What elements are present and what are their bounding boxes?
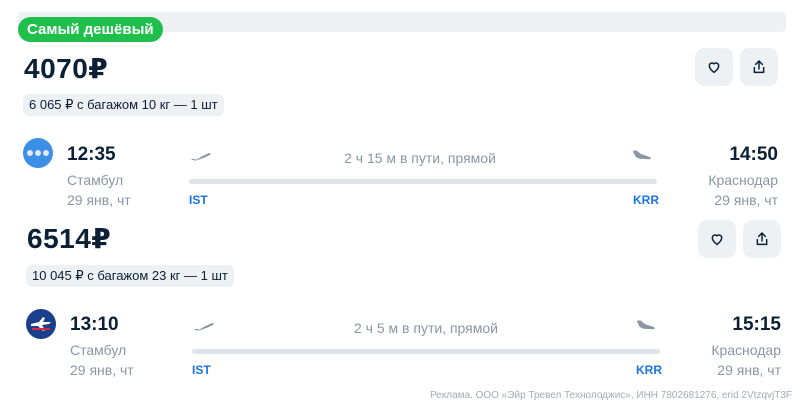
departure-city: Стамбул: [67, 172, 124, 188]
arrival-date: 29 янв, чт: [714, 192, 778, 208]
departure-time: 12:35: [67, 144, 116, 165]
route-track: [189, 179, 657, 184]
dots-airline-logo: [23, 138, 53, 168]
landing-plane-icon: [632, 150, 651, 160]
arrival-city: Краснодар: [708, 172, 778, 188]
arrival-date: 29 янв, чт: [717, 362, 781, 378]
origin-airport-code: IST: [192, 363, 211, 377]
arrival-time: 14:50: [729, 144, 778, 165]
cheapest-badge: Самый дешёвый: [18, 17, 163, 42]
landing-plane-icon: [636, 320, 655, 330]
destination-airport-code: KRR: [636, 363, 662, 377]
baggage-price-chip[interactable]: 10 045 ₽ с багажом 23 кг — 1 шт: [26, 265, 234, 287]
ad-disclaimer: Реклама. ООО «Эйр Тревел Технолоджис», И…: [429, 390, 792, 401]
departure-time: 13:10: [70, 314, 119, 335]
departure-date: 29 янв, чт: [70, 362, 134, 378]
heart-icon: [708, 62, 720, 74]
crane-airline-logo: [26, 309, 56, 339]
ticket-price: 4070₽: [24, 53, 109, 84]
takeoff-plane-icon: [193, 323, 214, 331]
origin-airport-code: IST: [189, 193, 208, 207]
share-button[interactable]: [743, 220, 781, 258]
route-track: [192, 349, 660, 354]
share-icon: [753, 60, 765, 74]
flight-duration: 2 ч 15 м в пути, прямой: [344, 150, 496, 166]
departure-date: 29 янв, чт: [67, 192, 131, 208]
arrival-time: 15:15: [732, 314, 781, 335]
departure-city: Стамбул: [70, 342, 127, 358]
flight-duration: 2 ч 5 м в пути, прямой: [354, 320, 498, 336]
heart-icon: [711, 234, 723, 246]
share-button[interactable]: [740, 48, 778, 86]
ticket-price: 6514₽: [27, 223, 112, 254]
takeoff-plane-icon: [190, 153, 211, 161]
favorite-button[interactable]: [695, 48, 733, 86]
favorite-button[interactable]: [698, 220, 736, 258]
arrival-city: Краснодар: [711, 342, 781, 358]
baggage-price-chip[interactable]: 6 065 ₽ с багажом 10 кг — 1 шт: [23, 94, 224, 116]
share-icon: [756, 232, 768, 246]
destination-airport-code: KRR: [633, 193, 659, 207]
